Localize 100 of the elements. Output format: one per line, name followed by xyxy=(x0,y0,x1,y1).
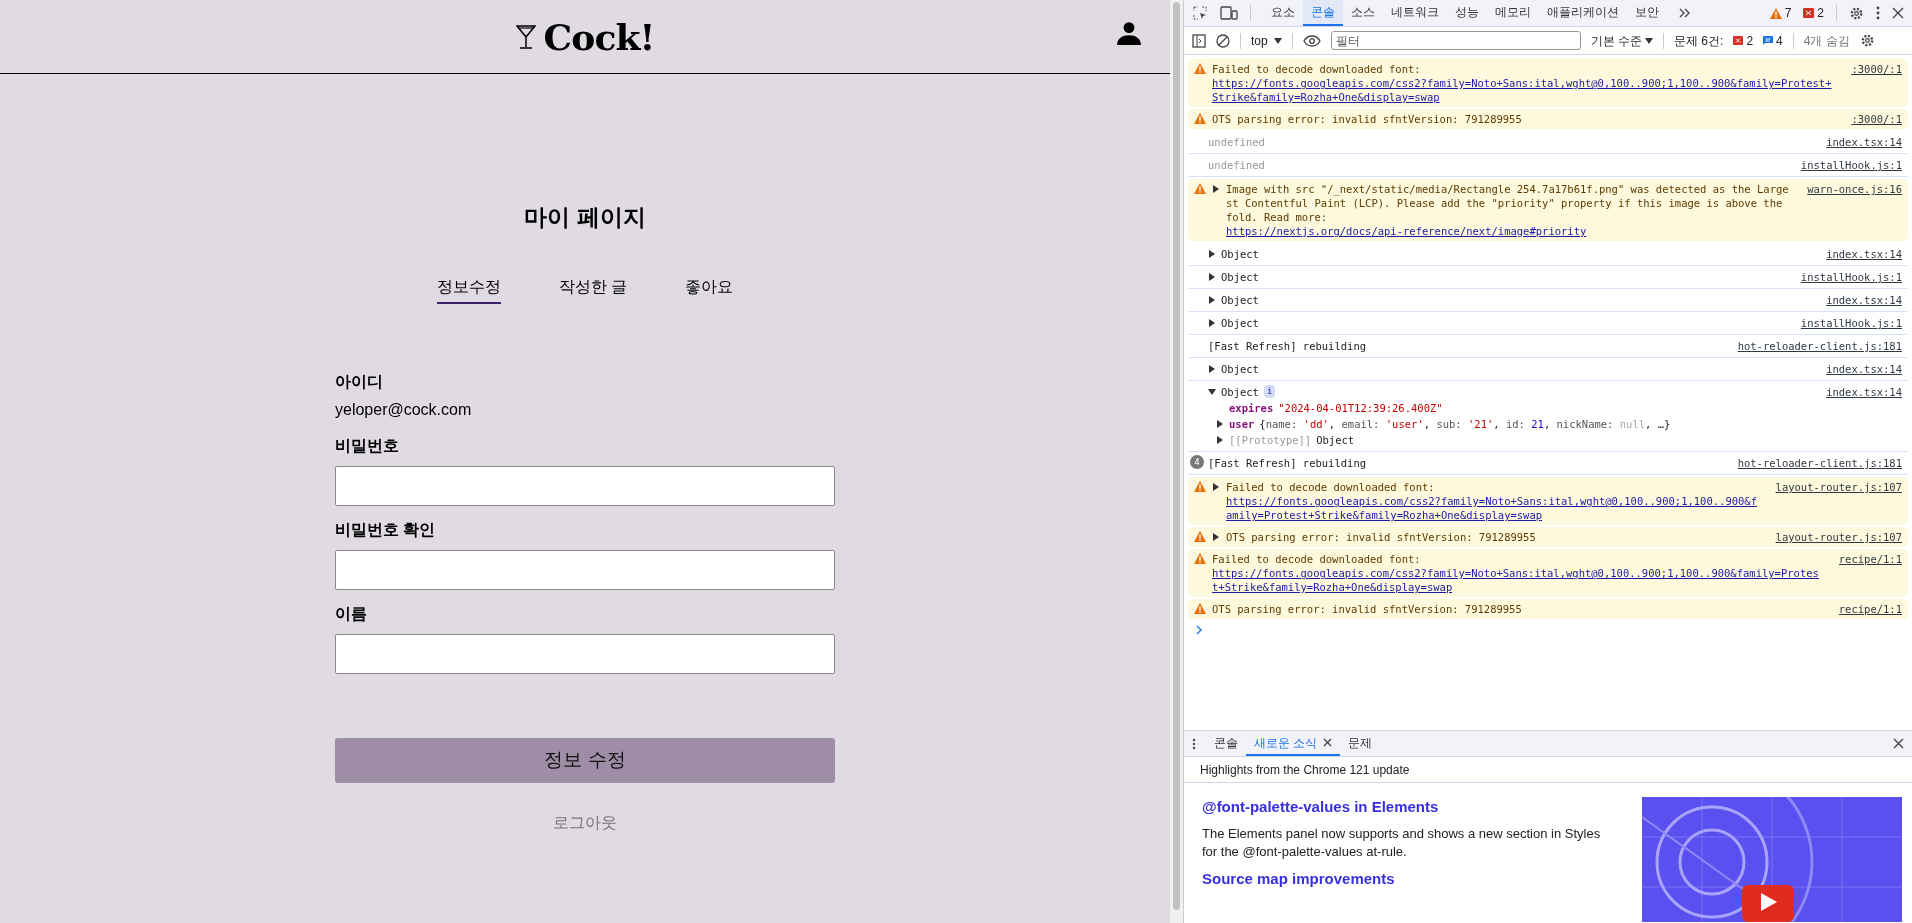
source-link[interactable]: index.tsx:14 xyxy=(1826,293,1902,307)
source-link[interactable]: :3000/:1 xyxy=(1851,112,1902,126)
console-settings-icon[interactable] xyxy=(1859,33,1875,48)
repeat-count: 4 xyxy=(1190,455,1204,469)
collapse-triangle-icon[interactable] xyxy=(1208,388,1216,396)
more-options-icon[interactable] xyxy=(1192,737,1196,750)
expand-triangle-icon[interactable] xyxy=(1212,483,1220,491)
drawer-tab-label: 콘솔 xyxy=(1214,734,1238,752)
article-title[interactable]: @font-palette-values in Elements xyxy=(1202,797,1602,817)
log-level-dropdown[interactable]: 기본 수준 xyxy=(1590,31,1654,50)
message-text: Image with src "/_next/static/media/Rectangle 254.7a17b61f.png" was detected as the Largest Contentful Paint (LCP). Please add the "priority" property if this image is above the fold. Read more: xyxy=(1226,182,1790,224)
source-link[interactable]: recipe/1:1 xyxy=(1838,602,1902,616)
devtools-tab[interactable]: 요소 xyxy=(1263,0,1303,26)
devtools-tab[interactable]: 메모리 xyxy=(1487,0,1539,26)
warning-icon xyxy=(1194,531,1206,542)
warning-icon xyxy=(1194,481,1206,492)
close-tab-icon[interactable] xyxy=(1323,738,1333,747)
expand-triangle-icon[interactable] xyxy=(1208,273,1216,281)
drawer-tab[interactable]: 문제 xyxy=(1340,731,1381,756)
source-link[interactable]: installHook.js:1 xyxy=(1800,270,1902,284)
filter-field[interactable]: 필터 xyxy=(1330,31,1581,50)
warning-counter[interactable]: 7 xyxy=(1769,4,1792,22)
eye-icon[interactable] xyxy=(1302,34,1321,47)
source-link[interactable]: index.tsx:14 xyxy=(1826,385,1902,399)
object-label[interactable]: Object xyxy=(1221,362,1259,376)
more-tabs-icon[interactable] xyxy=(1679,8,1691,18)
expand-triangle-icon[interactable] xyxy=(1212,185,1220,193)
source-link[interactable]: recipe/1:1 xyxy=(1838,552,1902,566)
property-key: expires xyxy=(1229,401,1274,415)
devtools-tab[interactable]: 애플리케이션 xyxy=(1539,0,1627,26)
warning-icon xyxy=(1194,63,1206,74)
caret-icon xyxy=(1273,37,1282,44)
drawer-tab[interactable]: 새로운 소식 xyxy=(1246,731,1341,756)
message-link[interactable]: https://fonts.googleapis.com/css2?family=Noto+Sans:ital,wght@0,100..900;1,100..900&family=Protest+Strike&family=Rozha+One&display=swap xyxy=(1226,494,1758,522)
devtools-tab[interactable]: 소스 xyxy=(1343,0,1383,26)
source-link[interactable]: installHook.js:1 xyxy=(1800,158,1902,172)
scrollbar[interactable] xyxy=(1170,0,1183,923)
drawer-tab-label: 새로운 소식 xyxy=(1254,734,1318,752)
expand-triangle-icon[interactable] xyxy=(1208,296,1216,304)
object-label[interactable]: Object xyxy=(1221,270,1259,284)
object-label[interactable]: Object xyxy=(1221,247,1259,261)
source-link[interactable]: index.tsx:14 xyxy=(1826,247,1902,261)
source-link[interactable]: installHook.js:1 xyxy=(1800,316,1902,330)
close-drawer-icon[interactable] xyxy=(1893,738,1904,749)
source-link[interactable]: layout-router.js:107 xyxy=(1775,480,1902,494)
issue-info-count[interactable]: 4 xyxy=(1763,31,1783,50)
source-link[interactable]: hot-reloader-client.js:181 xyxy=(1737,339,1902,353)
drawer-tab-label: 문제 xyxy=(1348,734,1373,752)
source-link[interactable]: index.tsx:14 xyxy=(1826,135,1902,149)
source-link[interactable]: :3000/:1 xyxy=(1851,62,1902,76)
page-tab[interactable]: 작성한 글 xyxy=(558,274,628,304)
message-text: OTS parsing error: invalid sfntVersion: 791289955 xyxy=(1212,602,1523,616)
message-link[interactable]: https://nextjs.org/docs/api-reference/next/image#priority xyxy=(1226,224,1790,238)
settings-icon[interactable] xyxy=(1849,5,1864,21)
error-icon xyxy=(1803,8,1815,18)
source-link[interactable]: index.tsx:14 xyxy=(1826,362,1902,376)
input-field[interactable] xyxy=(335,549,835,590)
expand-triangle-icon[interactable] xyxy=(1216,420,1224,428)
object-label[interactable]: Object xyxy=(1221,385,1259,399)
expand-triangle-icon[interactable] xyxy=(1212,533,1220,541)
expand-triangle-icon[interactable] xyxy=(1208,250,1216,258)
message-link[interactable]: https://fonts.googleapis.com/css2?family=Noto+Sans:ital,wght@0,100..900;1,100..900&family=Protest+Strike&family=Rozha+One&display=swap xyxy=(1212,76,1834,104)
sidebar-toggle-icon[interactable] xyxy=(1192,33,1206,48)
prompt-icon[interactable] xyxy=(1196,625,1203,635)
expand-triangle-icon[interactable] xyxy=(1208,319,1216,327)
clear-console-icon[interactable] xyxy=(1216,33,1230,48)
info-badge: i xyxy=(1263,385,1276,398)
context-select[interactable]: top xyxy=(1251,31,1282,50)
input-field[interactable] xyxy=(335,633,835,674)
close-icon[interactable] xyxy=(1892,7,1904,19)
article-title[interactable]: Source map improvements xyxy=(1202,869,1602,889)
page-tab[interactable]: 좋아요 xyxy=(685,274,734,304)
source-link[interactable]: layout-router.js:107 xyxy=(1775,530,1902,544)
expand-triangle-icon[interactable] xyxy=(1208,365,1216,373)
object-label[interactable]: Object xyxy=(1221,316,1259,330)
error-icon xyxy=(1733,36,1744,45)
device-toolbar-icon[interactable] xyxy=(1220,5,1238,21)
site-logo[interactable]: Cock! xyxy=(543,18,655,55)
source-link[interactable]: warn-once.js:16 xyxy=(1807,182,1902,196)
input-field[interactable] xyxy=(335,465,835,506)
inspect-icon[interactable] xyxy=(1192,5,1208,21)
page-tab[interactable]: 정보수정 xyxy=(436,274,501,304)
source-link[interactable]: hot-reloader-client.js:181 xyxy=(1737,456,1902,470)
property-value: Object xyxy=(1316,433,1355,447)
property-value: {name: 'dd', email: 'user', sub: '21', id: 21, nickName: null, …} xyxy=(1259,417,1671,431)
issue-error-count[interactable]: 2 xyxy=(1733,31,1754,50)
message-text: OTS parsing error: invalid sfntVersion: 791289955 xyxy=(1226,530,1537,544)
devtools-tab[interactable]: 콘솔 xyxy=(1303,0,1343,26)
error-counter[interactable]: 2 xyxy=(1803,4,1824,22)
user-icon[interactable] xyxy=(1116,20,1142,46)
more-options-icon[interactable] xyxy=(1876,6,1880,20)
submit-button[interactable]: 정보 수정 xyxy=(335,737,835,783)
expand-triangle-icon[interactable] xyxy=(1216,436,1224,444)
field-label: 비밀번호 xyxy=(335,435,400,456)
devtools-tab[interactable]: 네트워크 xyxy=(1383,0,1447,26)
message-link[interactable]: https://fonts.googleapis.com/css2?family=Noto+Sans:ital,wght@0,100..900;1,100..900&family=Protest+Strike&family=Rozha+One&display=swap xyxy=(1212,566,1821,594)
object-label[interactable]: Object xyxy=(1221,293,1259,307)
devtools-tab[interactable]: 성능 xyxy=(1447,0,1487,26)
devtools-tab[interactable]: 보안 xyxy=(1627,0,1667,26)
drawer-tab[interactable]: 콘솔 xyxy=(1206,731,1246,756)
